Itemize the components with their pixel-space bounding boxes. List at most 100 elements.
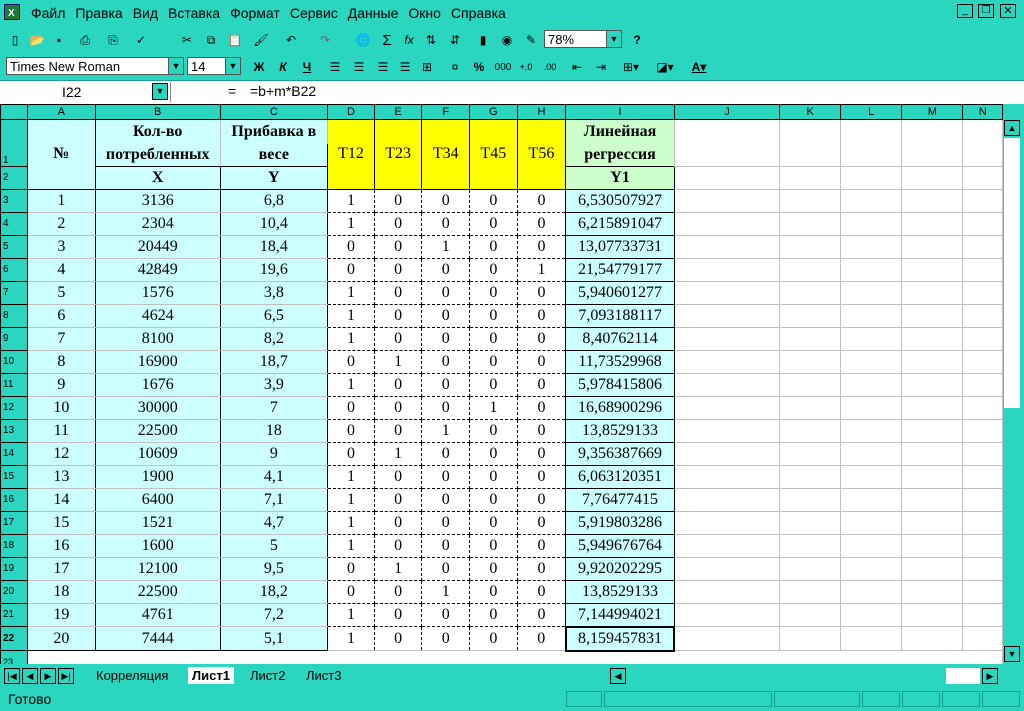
cell-a[interactable]: 13 [26,464,96,489]
cell-g[interactable]: 0 [469,257,518,282]
format-painter-icon[interactable]: 🖌 [252,29,270,51]
cell-g[interactable]: 0 [469,626,518,651]
new-icon[interactable]: ▯ [6,29,24,51]
cell-empty[interactable] [673,234,781,259]
cell-i[interactable]: 6,530507927 [565,188,675,213]
cell-f[interactable]: 0 [421,602,471,627]
justify-icon[interactable]: ☰ [396,56,414,78]
tab-sheet2[interactable]: Лист2 [246,667,289,684]
cell-empty[interactable] [962,441,1003,466]
cell-c[interactable]: 7 [219,395,329,420]
cell-empty[interactable] [962,326,1003,351]
cell-empty[interactable] [779,257,842,282]
cell-empty[interactable] [673,464,781,489]
cell-i[interactable]: 16,68900296 [565,395,675,420]
cell-empty[interactable] [779,280,842,305]
cell-empty[interactable] [779,533,842,558]
cell-b[interactable]: 30000 [94,395,221,420]
cell-h[interactable]: 0 [516,372,567,397]
header-i1[interactable]: Линейная [565,119,675,144]
cell-b[interactable]: 22500 [94,418,221,443]
cell-m2[interactable] [901,165,964,190]
cell-e[interactable]: 0 [373,326,423,351]
cell-empty[interactable] [962,188,1003,213]
cell-f[interactable]: 1 [421,579,471,604]
cell-c[interactable]: 5,1 [219,626,329,651]
cell-f[interactable]: 0 [421,372,471,397]
preview-icon[interactable]: ⎘ [104,29,122,51]
cell-b[interactable]: 42849 [94,257,221,282]
header-c1[interactable]: Прибавка в [219,119,329,144]
cell-a[interactable]: 3 [26,234,96,259]
cell-empty[interactable] [840,510,903,535]
cell-b[interactable]: 4624 [94,303,221,328]
cell-d[interactable]: 1 [327,464,375,489]
cell-k1[interactable] [779,119,842,167]
cell-empty[interactable] [901,556,964,581]
scroll-down-icon[interactable]: ▼ [1004,646,1020,662]
cell-f[interactable]: 0 [421,626,471,651]
menu-window[interactable]: Окно [403,1,446,25]
cell-i[interactable]: 6,063120351 [565,464,675,489]
cell-empty[interactable] [673,418,781,443]
cell-f[interactable]: 0 [421,280,471,305]
cell-g[interactable]: 0 [469,280,518,305]
cell-empty[interactable] [840,372,903,397]
header-i2[interactable]: регрессия [565,143,675,167]
col-header-a[interactable]: A [26,104,96,120]
cell-empty[interactable] [673,626,781,651]
cell-c[interactable]: 10,4 [219,211,329,236]
cell-h[interactable]: 0 [516,556,567,581]
cell-g[interactable]: 0 [469,579,518,604]
header-c2[interactable]: весе [219,143,329,167]
cell-a[interactable]: 16 [26,533,96,558]
col-header-b[interactable]: B [94,104,221,120]
cell-i[interactable]: 7,76477415 [565,487,675,512]
cell-empty[interactable] [962,280,1003,305]
cell-h[interactable]: 0 [516,326,567,351]
zoom-select[interactable]: 78% ▼ [544,30,622,48]
cell-d[interactable]: 0 [327,234,375,259]
bold-button[interactable]: Ж [250,56,268,78]
row-23-cells[interactable] [26,650,1003,664]
cell-e[interactable]: 0 [373,280,423,305]
excel-app-icon[interactable]: X [4,4,20,20]
cell-empty[interactable] [673,533,781,558]
cell-e[interactable]: 0 [373,579,423,604]
italic-button[interactable]: К [274,56,292,78]
menu-edit[interactable]: Правка [70,1,127,25]
paste-icon[interactable]: 📋 [226,29,244,51]
cell-empty[interactable] [673,280,781,305]
cell-b[interactable]: 1600 [94,533,221,558]
cell-b[interactable]: 2304 [94,211,221,236]
cell-empty[interactable] [901,372,964,397]
cell-empty[interactable] [840,303,903,328]
cell-i[interactable]: 5,949676764 [565,533,675,558]
cell-e[interactable]: 0 [373,395,423,420]
cell-empty[interactable] [901,257,964,282]
cell-g[interactable]: 0 [469,303,518,328]
cell-c[interactable]: 3,9 [219,372,329,397]
cell-empty[interactable] [901,234,964,259]
cell-empty[interactable] [962,579,1003,604]
header-t56[interactable]: T56 [516,119,567,190]
cell-empty[interactable] [840,280,903,305]
cell-e[interactable]: 1 [373,349,423,374]
cell-i[interactable]: 8,159457831 [564,625,676,652]
cell-c[interactable]: 18,2 [219,579,329,604]
select-all-corner[interactable] [0,104,28,120]
cell-f[interactable]: 0 [421,464,471,489]
open-icon[interactable]: 📂 [28,29,46,51]
row-header-23[interactable]: 23 [0,650,28,664]
cell-empty[interactable] [779,626,842,651]
cell-d[interactable]: 1 [327,602,375,627]
cell-b[interactable]: 1676 [94,372,221,397]
cell-g[interactable]: 0 [469,349,518,374]
cell-c[interactable]: 19,6 [219,257,329,282]
header-b3[interactable]: X [94,165,221,190]
cell-h[interactable]: 0 [516,510,567,535]
cell-d[interactable]: 1 [327,326,375,351]
cell-empty[interactable] [840,626,903,651]
cell-e[interactable]: 0 [373,626,423,651]
row-header[interactable]: 9 [0,326,28,351]
